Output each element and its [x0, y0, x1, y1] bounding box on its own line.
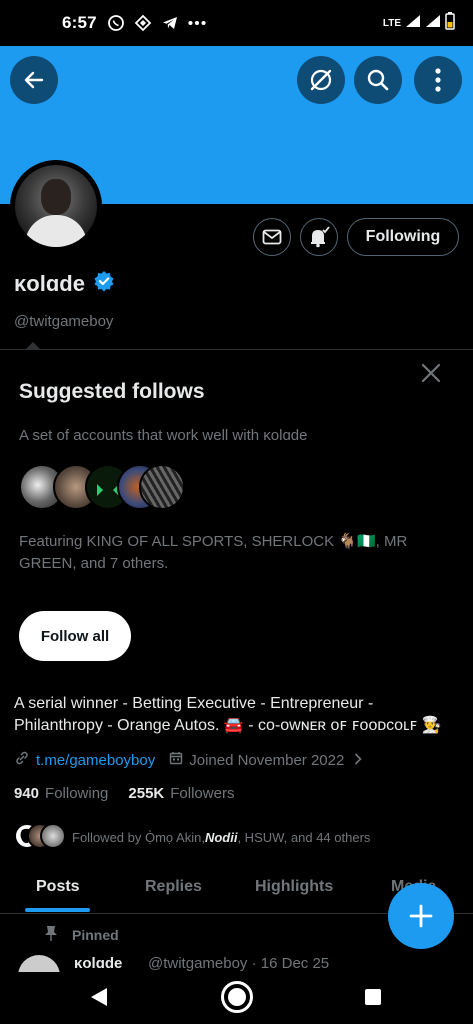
calendar-icon: [169, 751, 183, 769]
pinned-tweet-header[interactable]: κolɑde @twitgameboy · 16 Dec 25: [18, 955, 473, 973]
envelope-icon: [262, 229, 282, 245]
followed-by-row[interactable]: Followed by Ọ̀mọ Akin, Nodii , HSUW, and…: [14, 823, 370, 851]
follower-avatar: [40, 823, 66, 849]
whatsapp-icon: [107, 14, 125, 32]
system-nav-bar: [0, 972, 473, 1024]
profile-meta: t.me/gameboyboy Joined November 2022: [14, 750, 362, 770]
tweet-avatar[interactable]: [18, 955, 60, 973]
notify-button[interactable]: [300, 218, 338, 256]
suggested-featuring: Featuring KING OF ALL SPORTS, SHERLOCK 🐐…: [19, 533, 408, 572]
avatar-photo: [15, 165, 97, 247]
tab-replies[interactable]: Replies: [145, 878, 202, 896]
pinned-label-row: Pinned: [44, 925, 119, 944]
following-label: Following: [45, 785, 109, 802]
more-button[interactable]: [414, 56, 462, 104]
back-triangle-icon[interactable]: [89, 986, 109, 1013]
followers-count: 255K: [128, 785, 165, 802]
divider: [0, 349, 473, 350]
profile-avatar[interactable]: [10, 160, 102, 252]
active-tab-indicator: [25, 908, 90, 912]
more-dots-icon: [188, 14, 206, 32]
tab-highlights[interactable]: Highlights: [255, 878, 333, 896]
follow-all-button[interactable]: Follow all: [19, 611, 131, 661]
search-icon: [367, 69, 389, 91]
following-count-link[interactable]: 940 Following: [14, 785, 108, 802]
bio-text: A serial winner - Betting Executive - En…: [14, 695, 442, 734]
following-count: 940: [14, 785, 40, 802]
recents-square-icon[interactable]: [364, 988, 382, 1011]
battery-icon: [445, 11, 455, 35]
display-name: κolɑde: [14, 270, 85, 296]
profile-link[interactable]: t.me/gameboyboy: [36, 752, 155, 769]
search-button[interactable]: [354, 56, 402, 104]
tab-posts[interactable]: Posts: [36, 878, 80, 896]
followers-label: Followers: [170, 785, 235, 802]
name-row: κolɑde: [14, 270, 115, 297]
verified-badge-icon: [93, 270, 115, 297]
caret-pointer: [25, 342, 41, 350]
notification-icons: [107, 14, 206, 32]
followed-by-avatars: [14, 823, 68, 851]
close-icon: [421, 363, 441, 383]
chevron-right-icon[interactable]: [354, 752, 362, 769]
close-suggested-button[interactable]: [420, 362, 442, 384]
joined-date: Joined November 2022: [189, 751, 345, 769]
link-icon: [14, 750, 30, 770]
signal-icon: [405, 14, 421, 33]
followers-count-link[interactable]: 255K Followers: [128, 785, 234, 802]
arrow-left-icon: [24, 71, 44, 89]
suggested-title: Suggested follows: [19, 380, 205, 403]
system-icons: LTE: [382, 11, 455, 35]
more-vertical-icon: [435, 68, 441, 92]
status-bar: 6:57 LTE: [0, 0, 473, 46]
grok-icon: [310, 69, 332, 91]
grok-button[interactable]: [297, 56, 345, 104]
followed-by-prefix: Followed by Ọ̀mọ Akin,: [72, 829, 205, 845]
suggested-avatars[interactable]: [19, 464, 199, 512]
network-type: LTE: [382, 17, 401, 29]
followed-by-highlight: Nodii: [204, 829, 238, 845]
home-circle-icon[interactable]: [220, 980, 254, 1019]
bell-check-icon: [311, 226, 330, 248]
binance-icon: [134, 14, 152, 32]
plus-icon: [409, 904, 433, 928]
telegram-icon: [161, 14, 179, 32]
tweet-meta: @twitgameboy · 16 Dec 25: [148, 955, 330, 972]
message-button[interactable]: [253, 218, 291, 256]
suggested-avatar: [139, 464, 185, 510]
back-button[interactable]: [10, 56, 58, 104]
status-time: 6:57: [62, 13, 97, 32]
tweet-author[interactable]: κolɑde: [74, 955, 122, 972]
follow-counts: 940 Following 255K Followers: [14, 785, 234, 802]
compose-button[interactable]: [388, 883, 454, 949]
user-handle: @twitgameboy: [14, 313, 114, 330]
suggested-subtitle: A set of accounts that work well with κo…: [19, 427, 308, 444]
followed-by-suffix: , HSUW, and 44 others: [237, 829, 371, 845]
pin-icon: [44, 925, 58, 944]
following-button[interactable]: Following: [347, 218, 459, 256]
pinned-label: Pinned: [72, 926, 119, 943]
signal-icon-2: [425, 14, 441, 33]
